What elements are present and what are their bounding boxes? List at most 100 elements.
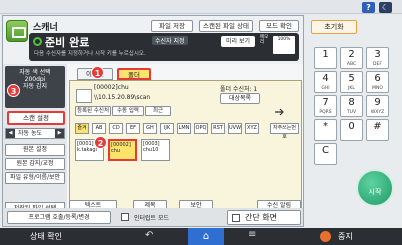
scan-settings-button[interactable]: 스캔 설정 — [7, 111, 65, 125]
night-mode-button[interactable]: ☾ — [379, 2, 392, 13]
key-letters: GHI — [321, 86, 330, 91]
key-1[interactable]: 1 — [314, 47, 337, 69]
menu-icon[interactable]: ≡ — [248, 229, 256, 240]
key-digit: 2 — [348, 49, 355, 60]
destination-label: 수신자 지정 — [152, 36, 188, 45]
index-tab[interactable]: GH — [143, 123, 157, 134]
file-type-name-button[interactable]: 파일 유형/이름/보안 — [5, 172, 65, 184]
top-bar: ? ☾ — [0, 0, 402, 14]
key-digit: 8 — [348, 97, 355, 108]
file-save-button[interactable]: 파일 저장 — [151, 20, 193, 32]
key-digit: # — [373, 121, 382, 132]
density-right-icon[interactable]: ▶ — [55, 129, 64, 138]
key-hash[interactable]: # — [366, 119, 389, 141]
registered-destination-button[interactable]: 등록된 수신처 — [75, 106, 111, 116]
density-control[interactable]: ◀ 자동 농도 ▶ — [5, 128, 65, 139]
keypad-panel: 초기화 1 2 ABC 3 DEF 4 GHI 5 JKL 6 MNO 7 PQRS 8 TU… — [306, 15, 402, 227]
home-icon[interactable]: ⌂ — [188, 228, 224, 245]
key-3[interactable]: 3 DEF — [366, 47, 389, 69]
destination-entry[interactable]: [0003] chu10 — [141, 139, 170, 161]
key-digit: 4 — [322, 73, 329, 84]
key-digit: 0 — [348, 121, 355, 132]
arrow-right-icon[interactable] — [275, 108, 285, 116]
key-7[interactable]: 7 PQRS — [314, 95, 337, 117]
key-digit: 1 — [322, 49, 329, 60]
manual-input-button[interactable]: 수동 입력 — [112, 106, 144, 116]
index-tab[interactable]: UVW — [228, 123, 242, 134]
stop-label[interactable]: 중지 — [338, 231, 353, 242]
simple-screen-label: 간단 화면 — [245, 213, 277, 222]
index-tab[interactable]: IJK — [160, 123, 174, 134]
frequent-numbers-button[interactable]: 자주쓰는번호 — [270, 123, 299, 140]
memory-value: 100% — [277, 37, 291, 42]
entry-name: chu10 — [143, 147, 159, 153]
key-6[interactable]: 6 MNO — [366, 71, 389, 93]
resolution-label: 200dpi — [24, 76, 46, 83]
key-letters: DEF — [373, 62, 382, 67]
stop-icon[interactable] — [320, 231, 331, 242]
destination-list-button[interactable]: 대상목록 — [220, 93, 260, 104]
key-star[interactable]: * — [314, 119, 337, 141]
memory-label: 메모리 — [260, 35, 269, 45]
scanner-window: 스캐너 파일 저장 스캔된 파일 상태 모드 확인 준비 완료 다음 수신자를 … — [2, 15, 304, 227]
simple-screen-button[interactable]: 간단 화면 — [227, 210, 301, 225]
destination-entry-selected[interactable]: [00002] chu — [108, 139, 137, 161]
density-left-icon[interactable]: ◀ — [6, 129, 15, 138]
entry-name: chu — [111, 148, 121, 154]
key-0[interactable]: 0 — [340, 119, 363, 141]
ready-status-icon — [33, 37, 42, 46]
key-8[interactable]: 8 TUV — [340, 95, 363, 117]
interrupt-checkbox[interactable] — [121, 213, 129, 221]
back-icon[interactable]: ↶ — [145, 230, 153, 241]
key-digit: 9 — [374, 97, 381, 108]
scanner-app-icon — [6, 20, 28, 42]
auto-color-label: 자동 색 선택 — [19, 69, 51, 76]
index-tab[interactable]: XYZ — [245, 123, 259, 134]
status-title: 준비 완료 — [45, 36, 90, 49]
help-button[interactable]: ? — [362, 2, 375, 13]
key-9[interactable]: 9 WXYZ — [366, 95, 389, 117]
key-clear[interactable]: C — [314, 143, 337, 165]
density-label: 자동 농도 — [18, 130, 42, 137]
destination-count: 폴더 수신처: 1 — [220, 86, 258, 93]
step-badge-2: 2 — [94, 136, 107, 149]
index-tab[interactable]: RST — [211, 123, 225, 134]
key-letters: ABC — [346, 62, 357, 67]
status-check-button[interactable]: 상태 확인 — [30, 231, 62, 242]
key-5[interactable]: 5 JKL — [340, 71, 363, 93]
recent-button[interactable]: 최근 — [145, 106, 171, 116]
index-tab[interactable]: CD — [109, 123, 123, 134]
program-button[interactable]: 프로그램 호출/등록/변경 — [7, 211, 111, 224]
index-tab[interactable]: AB — [92, 123, 106, 134]
status-message: 다음 수신자를 지정하거나 시작 키를 누르십시오. — [34, 51, 146, 57]
key-2[interactable]: 2 ABC — [340, 47, 363, 69]
key-letters: TUV — [346, 110, 357, 115]
preview-button[interactable]: 미리 보기 — [221, 36, 255, 47]
index-tab[interactable]: OPQ — [194, 123, 208, 134]
index-tabs: 즐겨 AB CD EF GH IJK LMN OPQ RST UVW XYZ 자… — [75, 123, 301, 140]
key-letters: PQRS — [319, 110, 332, 115]
key-4[interactable]: 4 GHI — [314, 71, 337, 93]
reset-button[interactable]: 초기화 — [311, 20, 357, 34]
destination-path: \\10.15.20.89\scan — [94, 94, 151, 101]
key-letters: JKL — [348, 86, 355, 91]
memory-indicator: 100% — [273, 36, 295, 54]
destination-toggle-button[interactable] — [76, 89, 92, 103]
simple-screen-checkbox — [232, 214, 240, 222]
interrupt-label: 인터럽트 모드 — [134, 215, 170, 222]
original-settings-button[interactable]: 원본 설정 — [5, 144, 65, 156]
scanned-file-status-button[interactable]: 스캔된 파일 상태 — [199, 20, 253, 32]
original-detect-button[interactable]: 원본 감지/교정 — [5, 158, 65, 170]
index-tab[interactable]: LMN — [177, 123, 191, 134]
step-badge-1: 1 — [91, 66, 104, 79]
key-digit: C — [322, 145, 329, 156]
key-digit: * — [323, 121, 328, 132]
key-digit: 5 — [348, 73, 355, 84]
key-digit: 3 — [374, 49, 381, 60]
start-button[interactable]: 시작 — [356, 169, 394, 207]
index-tab[interactable]: 즐겨 — [75, 123, 89, 134]
index-tab[interactable]: EF — [126, 123, 140, 134]
destination-name: [00002]chu — [94, 84, 129, 91]
tab-folder[interactable]: 폴더 — [117, 68, 151, 80]
key-digit: 6 — [374, 73, 381, 84]
